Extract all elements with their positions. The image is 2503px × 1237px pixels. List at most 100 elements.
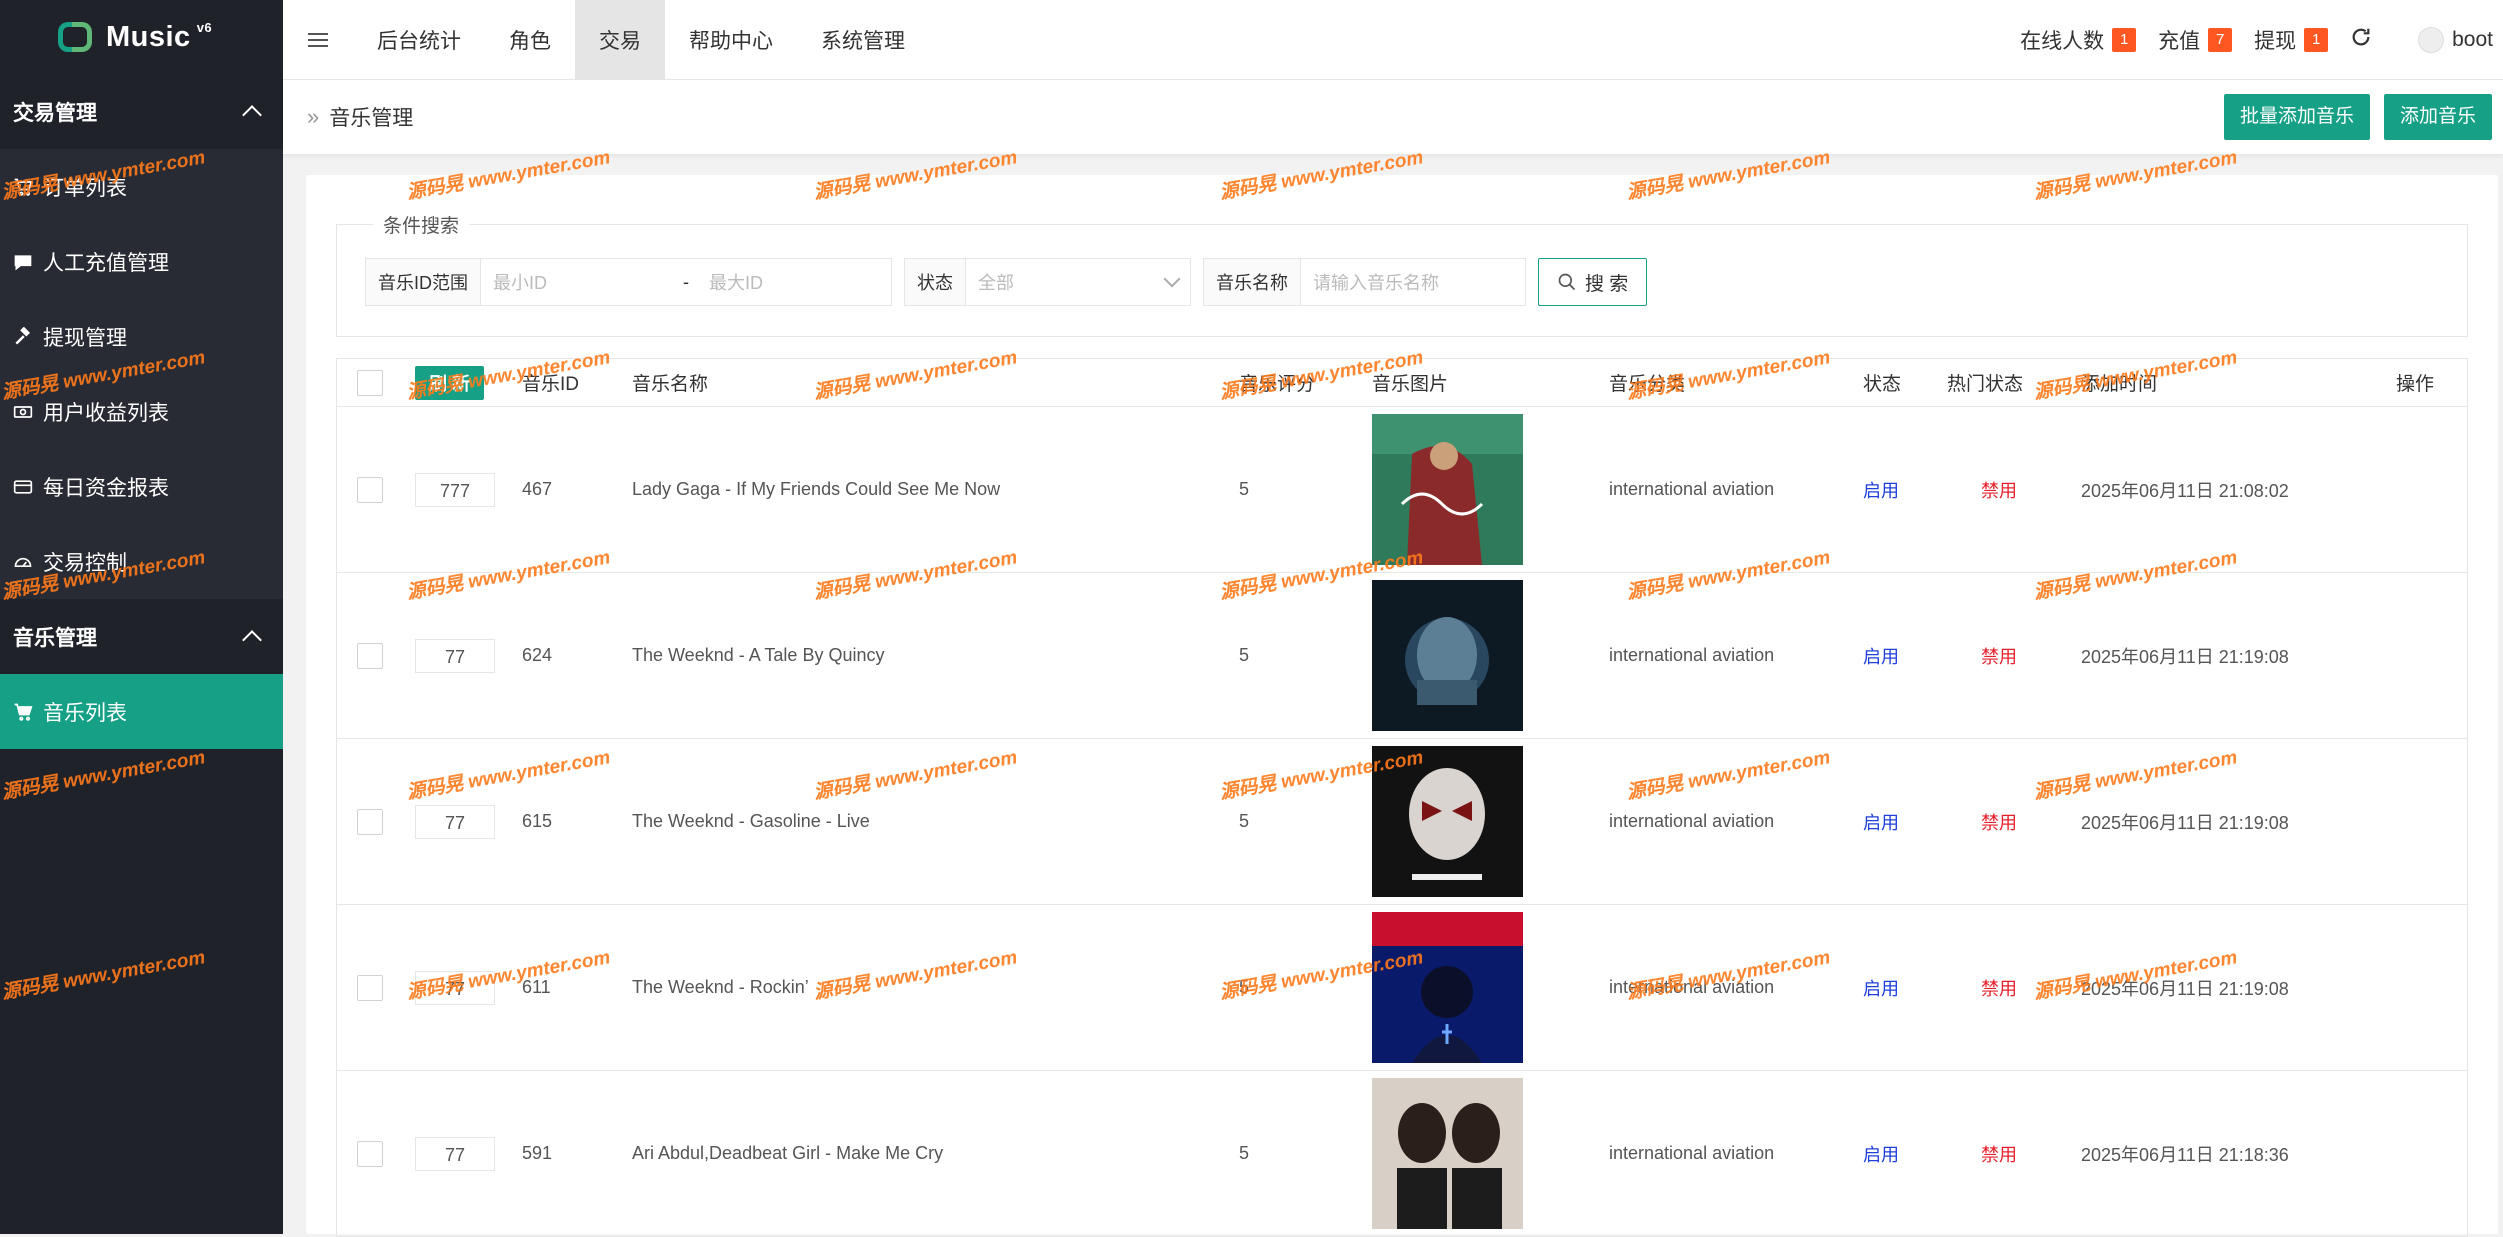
sort-input[interactable]: 77 (415, 1136, 495, 1171)
sidebar-item-label: 交易控制 (43, 551, 127, 575)
sidebar-item-manual-recharge[interactable]: 人工充值管理 (0, 224, 283, 299)
batch-add-music-button[interactable]: 批量添加音乐 (2223, 94, 2370, 140)
name-label: 音乐名称 (1204, 259, 1301, 305)
hot-status-toggle[interactable]: 禁用 (1981, 975, 2017, 1001)
album-cover-image[interactable] (1372, 912, 1523, 1063)
sidebar-item-withdraw[interactable]: 提现管理 (0, 299, 283, 374)
recharge-notice[interactable]: 充值 7 (2158, 25, 2233, 55)
max-id-input[interactable]: 最大ID (697, 259, 891, 305)
status-select[interactable]: 全部 (966, 259, 1190, 305)
header-rating: 音乐评分 (1239, 374, 1316, 395)
cell-name: The Weeknd - Rockin’ (632, 977, 809, 997)
recharge-badge: 7 (2208, 27, 2233, 52)
sort-input[interactable]: 77 (415, 970, 495, 1005)
add-music-button[interactable]: 添加音乐 (2383, 94, 2492, 140)
user-name: boot (2452, 27, 2493, 51)
sidebar-item-trade-control[interactable]: 交易控制 (0, 524, 283, 599)
search-panel: 条件搜索 音乐ID范围 最小ID - 最大ID 状态 全部 音乐名称 请输入音乐… (336, 211, 2468, 337)
money-icon (13, 405, 33, 418)
refresh-button[interactable]: 刷 新 (415, 365, 485, 400)
row-checkbox[interactable] (357, 808, 383, 835)
range-dash: - (683, 271, 689, 292)
nav-group-trade[interactable]: 交易管理 (0, 74, 283, 149)
topbar: 后台统计 角色 交易 帮助中心 系统管理 在线人数 1 充值 7 提现 1 bo… (283, 0, 2503, 80)
header-image: 音乐图片 (1372, 374, 1449, 395)
search-button-label: 搜 索 (1585, 273, 1629, 295)
id-range-label: 音乐ID范围 (366, 259, 481, 305)
row-checkbox[interactable] (357, 1140, 383, 1167)
header-time: 添加时间 (2081, 374, 2158, 395)
nav-group-music[interactable]: 音乐管理 (0, 599, 283, 674)
sort-input[interactable]: 77 (415, 638, 495, 673)
sort-input[interactable]: 777 (415, 472, 495, 507)
min-id-input[interactable]: 最小ID (481, 259, 675, 305)
online-users[interactable]: 在线人数 1 (2020, 25, 2137, 55)
row-checkbox[interactable] (357, 974, 383, 1001)
table-row: 77 624 The Weeknd - A Tale By Quincy 5 i… (337, 573, 2467, 739)
status-toggle[interactable]: 启用 (1863, 1141, 1899, 1167)
gauge-icon (14, 557, 32, 567)
sidebar-item-daily-report[interactable]: 每日资金报表 (0, 449, 283, 524)
cell-category: international aviation (1609, 977, 1775, 997)
cell-time: 2025年06月11日 21:19:08 (2081, 812, 2289, 833)
tab-roles[interactable]: 角色 (485, 0, 575, 79)
topbar-right: 在线人数 1 充值 7 提现 1 boot (2020, 0, 2503, 79)
tab-help[interactable]: 帮助中心 (665, 0, 797, 79)
sidebar-item-user-earnings[interactable]: 用户收益列表 (0, 374, 283, 449)
withdraw-notice[interactable]: 提现 1 (2254, 25, 2329, 55)
hot-status-toggle[interactable]: 禁用 (1981, 809, 2017, 835)
hot-status-toggle[interactable]: 禁用 (1981, 643, 2017, 669)
album-cover-image[interactable] (1372, 746, 1523, 897)
sidebar-item-music-list[interactable]: 音乐列表 (0, 674, 283, 749)
table-row: 77 591 Ari Abdul,Deadbeat Girl - Make Me… (337, 1071, 2467, 1237)
chevron-down-icon (1163, 270, 1181, 288)
refresh-icon[interactable] (2350, 26, 2372, 54)
cell-id: 591 (522, 1143, 553, 1163)
cell-time: 2025年06月11日 21:08:02 (2081, 480, 2289, 501)
chevron-up-icon (242, 105, 262, 125)
sidebar-item-label: 用户收益列表 (43, 401, 169, 425)
tab-stats[interactable]: 后台统计 (353, 0, 485, 79)
status-toggle[interactable]: 启用 (1863, 477, 1899, 503)
status-toggle[interactable]: 启用 (1863, 809, 1899, 835)
header-actions: 操作 (2396, 374, 2435, 395)
table-row: 777 467 Lady Gaga - If My Friends Could … (337, 407, 2467, 573)
cell-id: 615 (522, 811, 553, 831)
sidebar-item-label: 每日资金报表 (43, 476, 169, 500)
row-checkbox[interactable] (357, 476, 383, 503)
cell-rating: 5 (1239, 811, 1250, 831)
tab-system[interactable]: 系统管理 (797, 0, 929, 79)
tab-trade[interactable]: 交易 (575, 0, 665, 79)
withdraw-badge: 1 (2304, 27, 2329, 52)
table-row: 77 611 The Weeknd - Rockin’ 5 internatio… (337, 905, 2467, 1071)
sidebar: Music v6 交易管理 订单列表 人工充值管理 提现管理 用户收益列表 每日资… (0, 0, 283, 1234)
hot-status-toggle[interactable]: 禁用 (1981, 477, 2017, 503)
online-label: 在线人数 (2020, 29, 2105, 53)
cell-name: The Weeknd - A Tale By Quincy (632, 645, 885, 665)
album-cover-image[interactable] (1372, 580, 1523, 731)
album-cover-image[interactable] (1372, 1078, 1523, 1229)
menu-toggle-icon[interactable] (283, 0, 353, 79)
cell-id: 611 (522, 977, 551, 997)
hot-status-toggle[interactable]: 禁用 (1981, 1141, 2017, 1167)
breadcrumb: » 音乐管理 (283, 102, 413, 132)
status-toggle[interactable]: 启用 (1863, 975, 1899, 1001)
card-icon (13, 479, 33, 494)
music-name-input[interactable]: 请输入音乐名称 (1301, 259, 1525, 305)
row-checkbox[interactable] (357, 642, 383, 669)
cell-time: 2025年06月11日 21:18:36 (2081, 1144, 2289, 1165)
album-cover-image[interactable] (1372, 414, 1523, 565)
table-header: 刷 新 音乐ID 音乐名称 音乐评分 音乐图片 音乐分类 状态 热门状态 添加时… (337, 359, 2467, 407)
search-button[interactable]: 搜 索 (1538, 258, 1648, 306)
sort-input[interactable]: 77 (415, 804, 495, 839)
cell-category: international aviation (1609, 811, 1775, 831)
withdraw-label: 提现 (2254, 29, 2297, 53)
select-all-checkbox[interactable] (357, 369, 383, 396)
header-category: 音乐分类 (1609, 374, 1686, 395)
avatar (2418, 26, 2445, 53)
status-toggle[interactable]: 启用 (1863, 643, 1899, 669)
sidebar-item-orders[interactable]: 订单列表 (0, 149, 283, 224)
status-select-value: 全部 (978, 273, 1014, 293)
user-menu[interactable]: boot (2418, 26, 2493, 53)
logo[interactable]: Music v6 (0, 0, 283, 74)
